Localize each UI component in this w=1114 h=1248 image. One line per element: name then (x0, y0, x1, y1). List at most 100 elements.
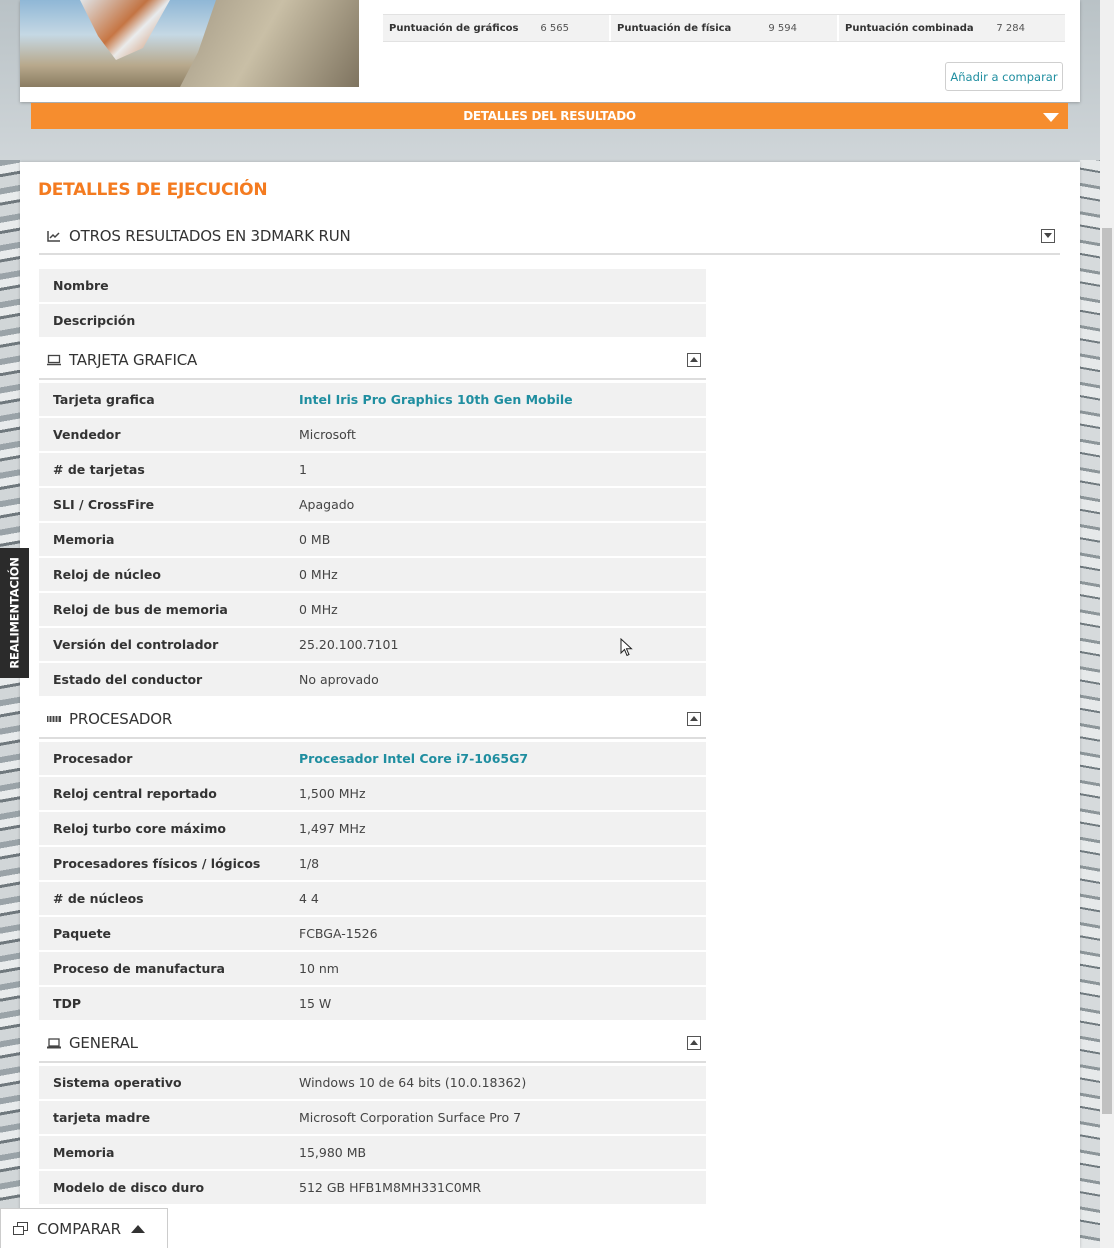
table-row: Reloj de núcleo 0 MHz (39, 558, 706, 591)
row-value: 0 MB (299, 532, 331, 547)
row-key: Proceso de manufactura (53, 961, 225, 976)
table-row: Tarjeta grafica Intel Iris Pro Graphics 1… (39, 383, 706, 416)
laptop-icon (47, 1037, 61, 1049)
group-title: OTROS RESULTADOS EN 3DMARK RUN (69, 226, 351, 245)
row-value: 4 4 (299, 891, 319, 906)
score-label: Puntuación combinada (845, 22, 974, 34)
table-row: Procesadores físicos / lógicos 1/8 (39, 847, 706, 880)
score-value: 7 284 (996, 22, 1025, 34)
row-value: 1,497 MHz (299, 821, 366, 836)
row-value: 25.20.100.7101 (299, 637, 399, 652)
row-key: SLI / CrossFire (53, 497, 155, 512)
group-header-general[interactable]: GENERAL (39, 1024, 706, 1063)
table-row: # de núcleos 4 4 (39, 882, 706, 915)
scrollbar[interactable] (1100, 0, 1114, 1248)
result-details-label: DETALLES DEL RESULTADO (463, 109, 636, 123)
table-row: Reloj central reportado 1,500 MHz (39, 777, 706, 810)
chart-icon (47, 230, 61, 242)
row-value: 10 nm (299, 961, 339, 976)
row-value: 1 (299, 462, 307, 477)
row-key: Reloj central reportado (53, 786, 217, 801)
group-header-cpu[interactable]: PROCESADOR (39, 700, 706, 739)
hero-figure-shape (80, 0, 170, 60)
cpu-link[interactable]: Procesador Intel Core i7-1065G7 (299, 751, 528, 766)
physics-score: Puntuación de física 9 594 (611, 15, 837, 41)
row-value: 1/8 (299, 856, 320, 871)
compare-icon (13, 1221, 29, 1236)
row-value: FCBGA-1526 (299, 926, 378, 941)
row-value: 15 W (299, 996, 332, 1011)
table-row: Versión del controlador 25.20.100.7101 (39, 628, 706, 661)
scrollbar-thumb[interactable] (1102, 228, 1112, 1114)
table-row: TDP 15 W (39, 987, 706, 1020)
row-key: Reloj turbo core máximo (53, 821, 226, 836)
graphics-score: Puntuación de gráficos 6 565 (383, 15, 609, 41)
run-details-card: DETALLES DE EJECUCIÓN OTROS RESULTADOS E… (20, 162, 1080, 1248)
result-summary-card: Puntuación de gráficos 6 565 Puntuación … (20, 0, 1080, 102)
collapse-icon[interactable] (687, 352, 701, 367)
row-key: Paquete (53, 926, 112, 941)
row-key: Nombre (53, 278, 109, 293)
row-key: # de tarjetas (53, 462, 145, 477)
row-key: Procesador (53, 751, 133, 766)
group-header-other-results[interactable]: OTROS RESULTADOS EN 3DMARK RUN (39, 218, 1060, 255)
row-value: Microsoft (299, 427, 356, 442)
combined-score: Puntuación combinada 7 284 (839, 15, 1065, 41)
row-value: 1,500 MHz (299, 786, 366, 801)
table-row: Memoria 15,980 MB (39, 1136, 706, 1169)
row-key: # de núcleos (53, 891, 144, 906)
feedback-tab-label: REALIMENTACIÓN (7, 557, 22, 669)
row-key: Descripción (53, 313, 136, 328)
collapse-icon[interactable] (687, 1035, 701, 1050)
row-value: No aprovado (299, 672, 379, 687)
table-row: # de tarjetas 1 (39, 453, 706, 486)
score-value: 9 594 (768, 22, 797, 34)
compare-bar[interactable]: COMPARAR (0, 1208, 168, 1248)
group-header-gpu[interactable]: TARJETA GRAFICA (39, 341, 706, 380)
table-row: Proceso de manufactura 10 nm (39, 952, 706, 985)
row-key: Memoria (53, 1145, 115, 1160)
general-rows: Sistema operativo Windows 10 de 64 bits (… (39, 1066, 706, 1206)
row-key: TDP (53, 996, 82, 1011)
gpu-link[interactable]: Intel Iris Pro Graphics 10th Gen Mobile (299, 392, 573, 407)
compare-label: COMPARAR (37, 1219, 122, 1238)
monitor-icon (47, 354, 61, 366)
row-key: Versión del controlador (53, 637, 219, 652)
table-row: Reloj turbo core máximo 1,497 MHz (39, 812, 706, 845)
section-title: DETALLES DE EJECUCIÓN (38, 180, 268, 200)
table-row: Estado del conductor No aprovado (39, 663, 706, 696)
row-value: Microsoft Corporation Surface Pro 7 (299, 1110, 522, 1125)
row-key: Sistema operativo (53, 1075, 182, 1090)
group-title: TARJETA GRAFICA (69, 350, 198, 369)
row-key: Modelo de disco duro (53, 1180, 205, 1195)
row-value: 512 GB HFB1M8MH331C0MR (299, 1180, 482, 1195)
cpu-rows: Procesador Procesador Intel Core i7-1065G… (39, 742, 706, 1022)
cpu-icon (47, 713, 61, 725)
expand-icon[interactable] (1041, 228, 1055, 243)
table-row: Procesador Procesador Intel Core i7-1065G… (39, 742, 706, 775)
score-row: Puntuación de gráficos 6 565 Puntuación … (383, 14, 1065, 42)
benchmark-hero-image (20, 0, 359, 87)
score-value: 6 565 (540, 22, 569, 34)
row-value: 15,980 MB (299, 1145, 367, 1160)
other-results-rows: Nombre Descripción (39, 269, 706, 339)
table-row: Reloj de bus de memoria 0 MHz (39, 593, 706, 626)
score-label: Puntuación de gráficos (389, 22, 519, 34)
hero-rock-shape (180, 0, 359, 87)
add-to-compare-button[interactable]: Añadir a comparar (945, 62, 1063, 91)
row-key: Reloj de núcleo (53, 567, 161, 582)
table-row: tarjeta madre Microsoft Corporation Surfa… (39, 1101, 706, 1134)
group-title: PROCESADOR (69, 709, 173, 728)
row-key: Vendedor (53, 427, 121, 442)
table-row: Nombre (39, 269, 706, 302)
feedback-tab[interactable]: REALIMENTACIÓN (0, 548, 29, 678)
score-label: Puntuación de física (617, 22, 732, 34)
collapse-icon[interactable] (687, 711, 701, 726)
background-right (1080, 160, 1100, 1248)
table-row: Vendedor Microsoft (39, 418, 706, 451)
row-value: 0 MHz (299, 602, 338, 617)
result-details-toggle[interactable]: DETALLES DEL RESULTADO (31, 103, 1068, 129)
row-key: tarjeta madre (53, 1110, 151, 1125)
row-value: Apagado (299, 497, 355, 512)
table-row: Paquete FCBGA-1526 (39, 917, 706, 950)
